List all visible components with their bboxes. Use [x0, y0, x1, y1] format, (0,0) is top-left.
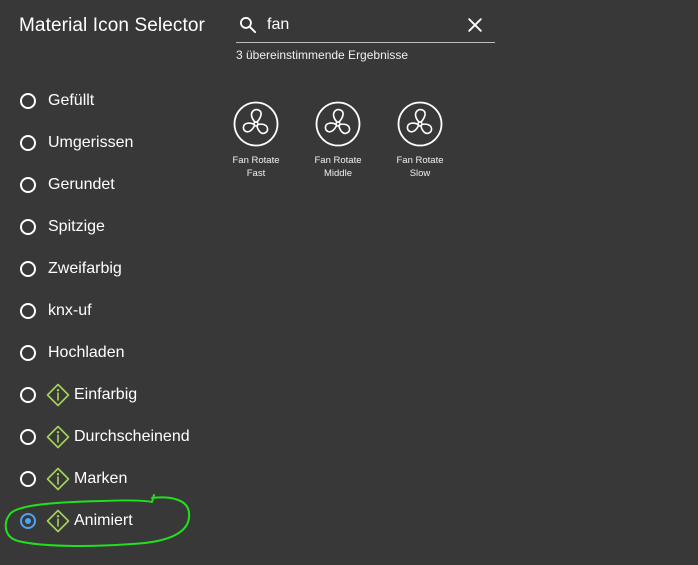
- info-diamond-icon[interactable]: [46, 509, 70, 533]
- result-label-line1: Fan Rotate: [232, 155, 280, 166]
- result-label-line1: Fan Rotate: [314, 155, 362, 166]
- option-spitzige[interactable]: Spitzige: [18, 206, 218, 248]
- option-label: Animiert: [74, 512, 133, 529]
- icon-set-radio-group: Gefüllt Umgerissen Gerundet Spitzige Zwe…: [18, 80, 218, 542]
- result-tile-fan-rotate-fast[interactable]: Fan Rotate Fast: [226, 100, 286, 180]
- option-hochladen[interactable]: Hochladen: [18, 332, 218, 374]
- option-label: Gefüllt: [48, 92, 95, 109]
- option-durchscheinend[interactable]: Durchscheinend: [18, 416, 218, 458]
- radio-button[interactable]: [20, 387, 36, 403]
- option-gefuellt[interactable]: Gefüllt: [18, 80, 218, 122]
- search-icon: [240, 17, 257, 34]
- option-knx-uf[interactable]: knx-uf: [18, 290, 218, 332]
- page-title: Material Icon Selector: [19, 15, 205, 36]
- option-zweifarbig[interactable]: Zweifarbig: [18, 248, 218, 290]
- option-marken[interactable]: Marken: [18, 458, 218, 500]
- radio-button[interactable]: [20, 345, 36, 361]
- radio-button[interactable]: [20, 177, 36, 193]
- radio-button[interactable]: [20, 261, 36, 277]
- radio-button[interactable]: [20, 135, 36, 151]
- result-count: 3 übereinstimmende Ergebnisse: [236, 48, 409, 62]
- result-label: Fan Rotate Middle: [308, 154, 368, 180]
- option-label: Durchscheinend: [74, 428, 190, 445]
- info-diamond-icon[interactable]: [46, 425, 70, 449]
- result-label-line2: Middle: [324, 168, 352, 179]
- option-einfarbig[interactable]: Einfarbig: [18, 374, 218, 416]
- option-label: Gerundet: [48, 176, 115, 193]
- result-label: Fan Rotate Fast: [226, 154, 286, 180]
- radio-button[interactable]: [20, 93, 36, 109]
- option-animiert[interactable]: Animiert: [18, 500, 218, 542]
- search-bar: [236, 10, 495, 43]
- result-label-line1: Fan Rotate: [396, 155, 444, 166]
- result-label: Fan Rotate Slow: [390, 154, 450, 180]
- radio-button[interactable]: [20, 429, 36, 445]
- option-label: Zweifarbig: [48, 260, 122, 277]
- option-umgerissen[interactable]: Umgerissen: [18, 122, 218, 164]
- close-icon[interactable]: [465, 15, 485, 35]
- option-label: Marken: [74, 470, 128, 487]
- result-tile-fan-rotate-slow[interactable]: Fan Rotate Slow: [390, 100, 450, 180]
- results-grid: Fan Rotate Fast Fan Rotate Middle Fan Ro…: [226, 100, 472, 180]
- radio-button[interactable]: [20, 471, 36, 487]
- option-label: Hochladen: [48, 344, 125, 361]
- option-label: Einfarbig: [74, 386, 138, 403]
- radio-button-selected[interactable]: [20, 513, 36, 529]
- option-gerundet[interactable]: Gerundet: [18, 164, 218, 206]
- result-tile-fan-rotate-middle[interactable]: Fan Rotate Middle: [308, 100, 368, 180]
- option-label: knx-uf: [48, 302, 92, 319]
- option-label: Umgerissen: [48, 134, 134, 151]
- result-label-line2: Fast: [246, 168, 266, 179]
- info-diamond-icon[interactable]: [46, 383, 70, 407]
- result-label-line2: Slow: [409, 168, 431, 179]
- radio-button[interactable]: [20, 219, 36, 235]
- fan-icon: [233, 101, 279, 147]
- icon-selector-window: Material Icon Selector 3 übereinstimmend…: [0, 0, 698, 565]
- info-diamond-icon[interactable]: [46, 467, 70, 491]
- option-label: Spitzige: [48, 218, 105, 235]
- radio-button[interactable]: [20, 303, 36, 319]
- search-input[interactable]: [267, 13, 457, 37]
- fan-icon: [397, 101, 443, 147]
- fan-icon: [315, 101, 361, 147]
